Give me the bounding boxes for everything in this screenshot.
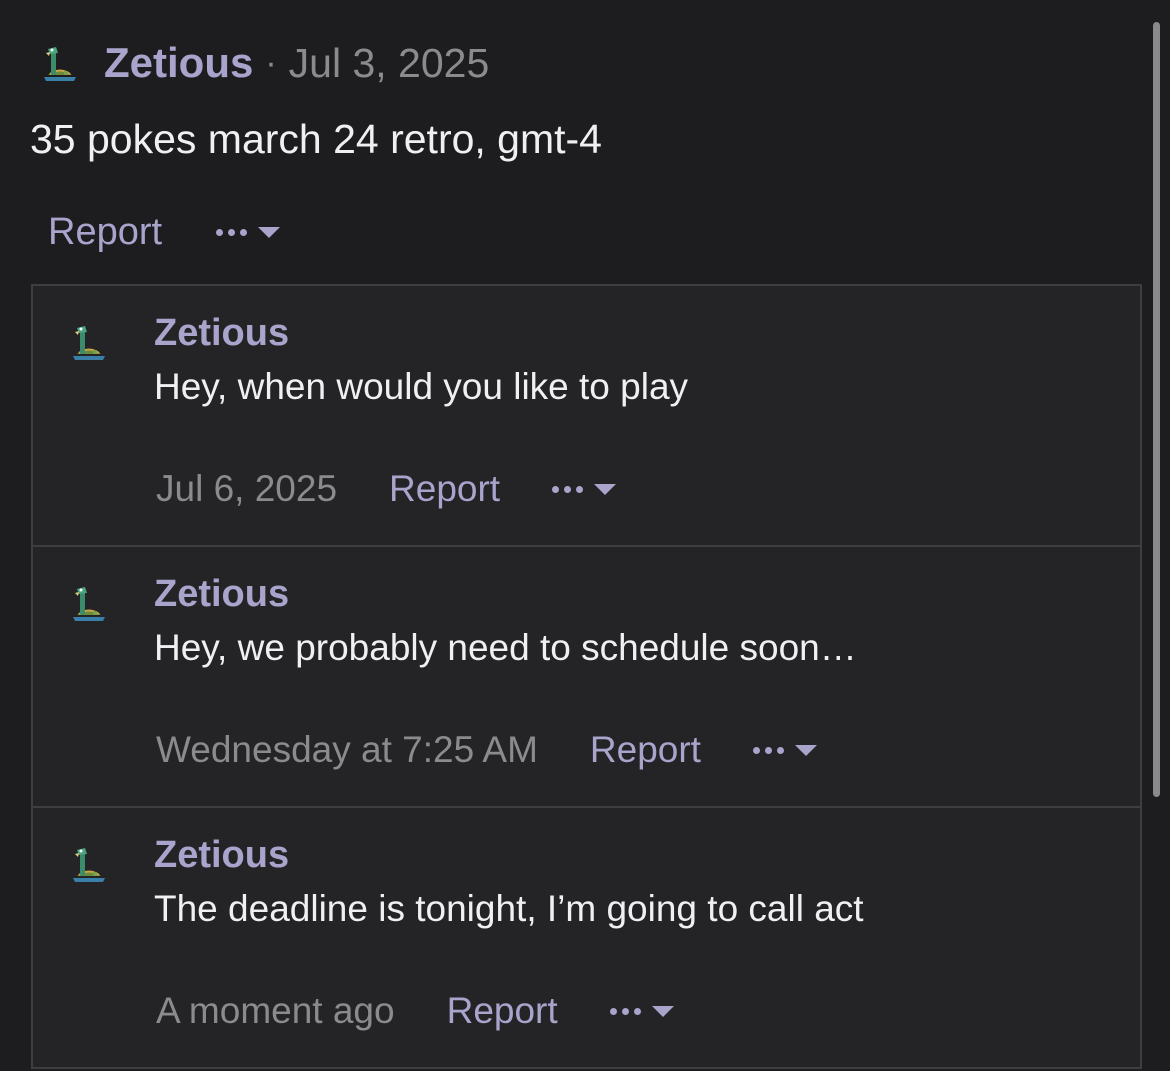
chevron-down-icon bbox=[594, 483, 617, 495]
more-options-dropdown[interactable] bbox=[552, 483, 617, 495]
post-date[interactable]: Jul 3, 2025 bbox=[289, 40, 490, 87]
post-header: Zetious · Jul 3, 2025 bbox=[38, 36, 489, 90]
avatar-icon[interactable] bbox=[67, 842, 111, 886]
post-actions: Report bbox=[48, 206, 281, 258]
chevron-down-icon bbox=[794, 744, 817, 756]
scrollbar[interactable] bbox=[1153, 22, 1160, 797]
reply-timestamp[interactable]: A moment ago bbox=[156, 990, 395, 1032]
reply-actions: Wednesday at 7:25 AM Report bbox=[156, 725, 817, 775]
reply-text: Hey, we probably need to schedule soon… bbox=[154, 627, 857, 668]
reply-author-name[interactable]: Zetious bbox=[154, 573, 289, 616]
reply-item: Zetious Hey, when would you like to play… bbox=[33, 286, 1140, 547]
post-author-name[interactable]: Zetious bbox=[104, 39, 253, 87]
more-options-dropdown[interactable] bbox=[609, 1005, 674, 1017]
avatar-icon[interactable] bbox=[67, 320, 111, 364]
report-link[interactable]: Report bbox=[48, 211, 162, 254]
ellipsis-icon bbox=[752, 746, 789, 754]
reply-actions: Jul 6, 2025 Report bbox=[156, 464, 617, 514]
more-options-dropdown[interactable] bbox=[216, 226, 281, 238]
reply-timestamp[interactable]: Jul 6, 2025 bbox=[156, 468, 337, 510]
ellipsis-icon bbox=[216, 228, 252, 236]
reply-author-name[interactable]: Zetious bbox=[154, 312, 289, 355]
profile-post-page: Zetious · Jul 3, 2025 35 pokes march 24 … bbox=[0, 0, 1170, 1071]
reply-item: Zetious The deadline is tonight, I’m goi… bbox=[33, 808, 1140, 1069]
report-link[interactable]: Report bbox=[447, 990, 558, 1032]
report-link[interactable]: Report bbox=[590, 729, 701, 771]
reply-actions: A moment ago Report bbox=[156, 986, 674, 1036]
avatar-icon[interactable] bbox=[67, 581, 111, 625]
reply-text: The deadline is tonight, I’m going to ca… bbox=[154, 888, 864, 929]
chevron-down-icon bbox=[651, 1005, 674, 1017]
post-separator: · bbox=[265, 43, 277, 82]
reply-item: Zetious Hey, we probably need to schedul… bbox=[33, 547, 1140, 808]
post-body-text: 35 pokes march 24 retro, gmt-4 bbox=[30, 116, 602, 162]
reply-author-name[interactable]: Zetious bbox=[154, 834, 289, 877]
reply-timestamp[interactable]: Wednesday at 7:25 AM bbox=[156, 729, 538, 771]
ellipsis-icon bbox=[609, 1007, 646, 1015]
chevron-down-icon bbox=[258, 226, 281, 238]
avatar-icon[interactable] bbox=[38, 41, 82, 85]
more-options-dropdown[interactable] bbox=[752, 744, 817, 756]
ellipsis-icon bbox=[552, 485, 588, 493]
replies-list: Zetious Hey, when would you like to play… bbox=[31, 284, 1142, 1069]
reply-text: Hey, when would you like to play bbox=[154, 366, 689, 407]
report-link[interactable]: Report bbox=[389, 468, 500, 510]
